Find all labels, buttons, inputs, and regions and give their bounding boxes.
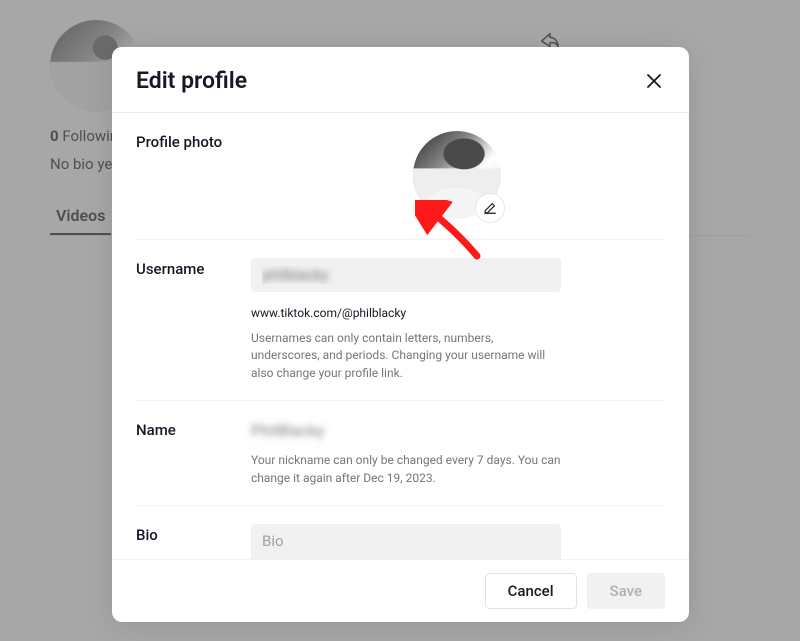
modal-header: Edit profile bbox=[112, 47, 689, 113]
modal-title: Edit profile bbox=[136, 67, 247, 94]
section-name: Name PhilBlacky Your nickname can only b… bbox=[136, 401, 665, 506]
name-help-text: Your nickname can only be changed every … bbox=[251, 452, 561, 487]
profile-url: www.tiktok.com/@philblacky bbox=[251, 306, 561, 320]
username-input[interactable] bbox=[251, 258, 561, 292]
username-label: Username bbox=[136, 258, 251, 278]
section-profile-photo: Profile photo bbox=[136, 113, 665, 240]
modal-footer: Cancel Save bbox=[112, 559, 689, 622]
bio-textarea[interactable] bbox=[251, 524, 561, 559]
cancel-button[interactable]: Cancel bbox=[485, 573, 577, 609]
save-button[interactable]: Save bbox=[587, 573, 665, 609]
section-bio: Bio 0/80 bbox=[136, 506, 665, 559]
username-help-text: Usernames can only contain letters, numb… bbox=[251, 330, 561, 382]
profile-photo-label: Profile photo bbox=[136, 131, 251, 151]
pencil-icon bbox=[483, 201, 497, 215]
section-username: Username www.tiktok.com/@philblacky User… bbox=[136, 240, 665, 401]
name-value: PhilBlacky bbox=[251, 419, 561, 442]
profile-photo-container bbox=[413, 131, 503, 221]
bio-label: Bio bbox=[136, 524, 251, 544]
edit-profile-modal: Edit profile Profile photo bbox=[112, 47, 689, 622]
close-icon bbox=[645, 72, 663, 90]
name-label: Name bbox=[136, 419, 251, 439]
edit-photo-button[interactable] bbox=[475, 193, 505, 223]
close-button[interactable] bbox=[643, 70, 665, 92]
modal-body: Profile photo Username www.tiktok bbox=[112, 113, 689, 559]
